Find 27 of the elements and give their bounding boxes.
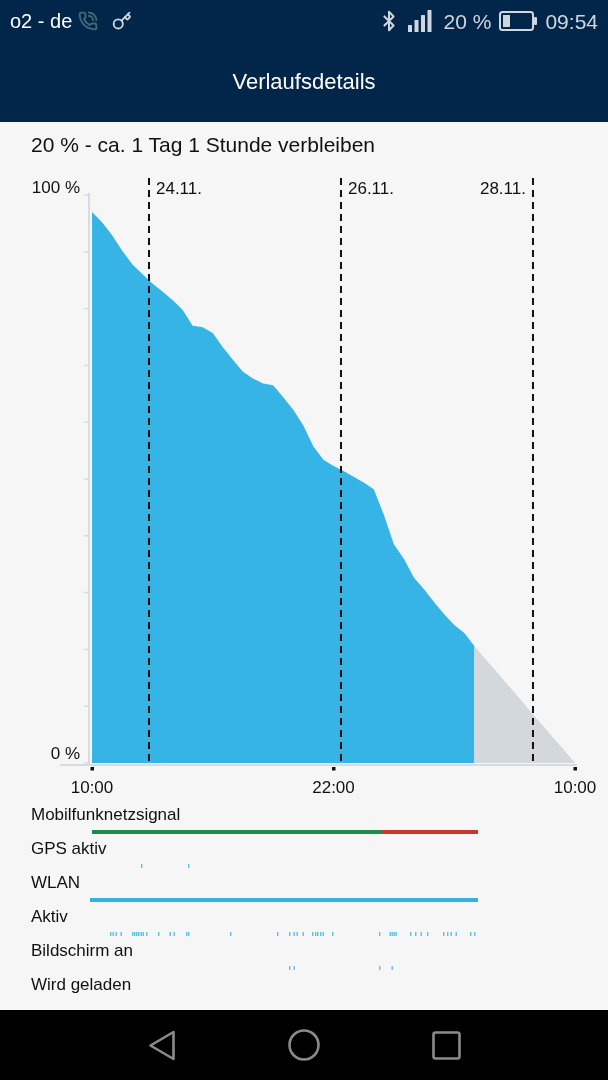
track-label: Bildschirm an [31, 940, 134, 962]
battery-icon [499, 11, 538, 31]
x-axis-label: 10:00 [70, 778, 114, 797]
date-label: 24.11. [156, 179, 202, 198]
date-label: 26.11. [348, 179, 394, 198]
x-axis-label: 22:00 [312, 778, 355, 797]
phone-call-icon [78, 11, 99, 31]
track-label: Wird geladen [31, 974, 132, 996]
date-label: 28.11. [479, 179, 526, 198]
carrier-name: o2 - de [10, 11, 73, 31]
track-label: Mobilfunknetzsignal [31, 804, 181, 826]
track-label: WLAN [31, 872, 81, 894]
track-label: GPS aktiv [31, 838, 107, 860]
home-icon [288, 1029, 320, 1061]
screen-title: Verlaufsdetails [232, 71, 376, 93]
y-axis-label: 100 % [31, 178, 80, 197]
recent-apps-icon [431, 1030, 461, 1060]
x-axis-label: 10:00 [553, 778, 597, 797]
signal-strength-icon [407, 10, 432, 32]
y-axis-label: 0 % [50, 744, 80, 763]
battery-percentage: 20 % [443, 10, 492, 32]
key-icon [112, 11, 133, 31]
back-icon [148, 1029, 176, 1061]
clock-time: 09:54 [545, 10, 598, 32]
battery-summary: 20 % - ca. 1 Tag 1 Stunde verbleiben [31, 132, 375, 158]
track-label: Aktiv [31, 906, 68, 928]
home-button[interactable] [286, 1027, 322, 1063]
